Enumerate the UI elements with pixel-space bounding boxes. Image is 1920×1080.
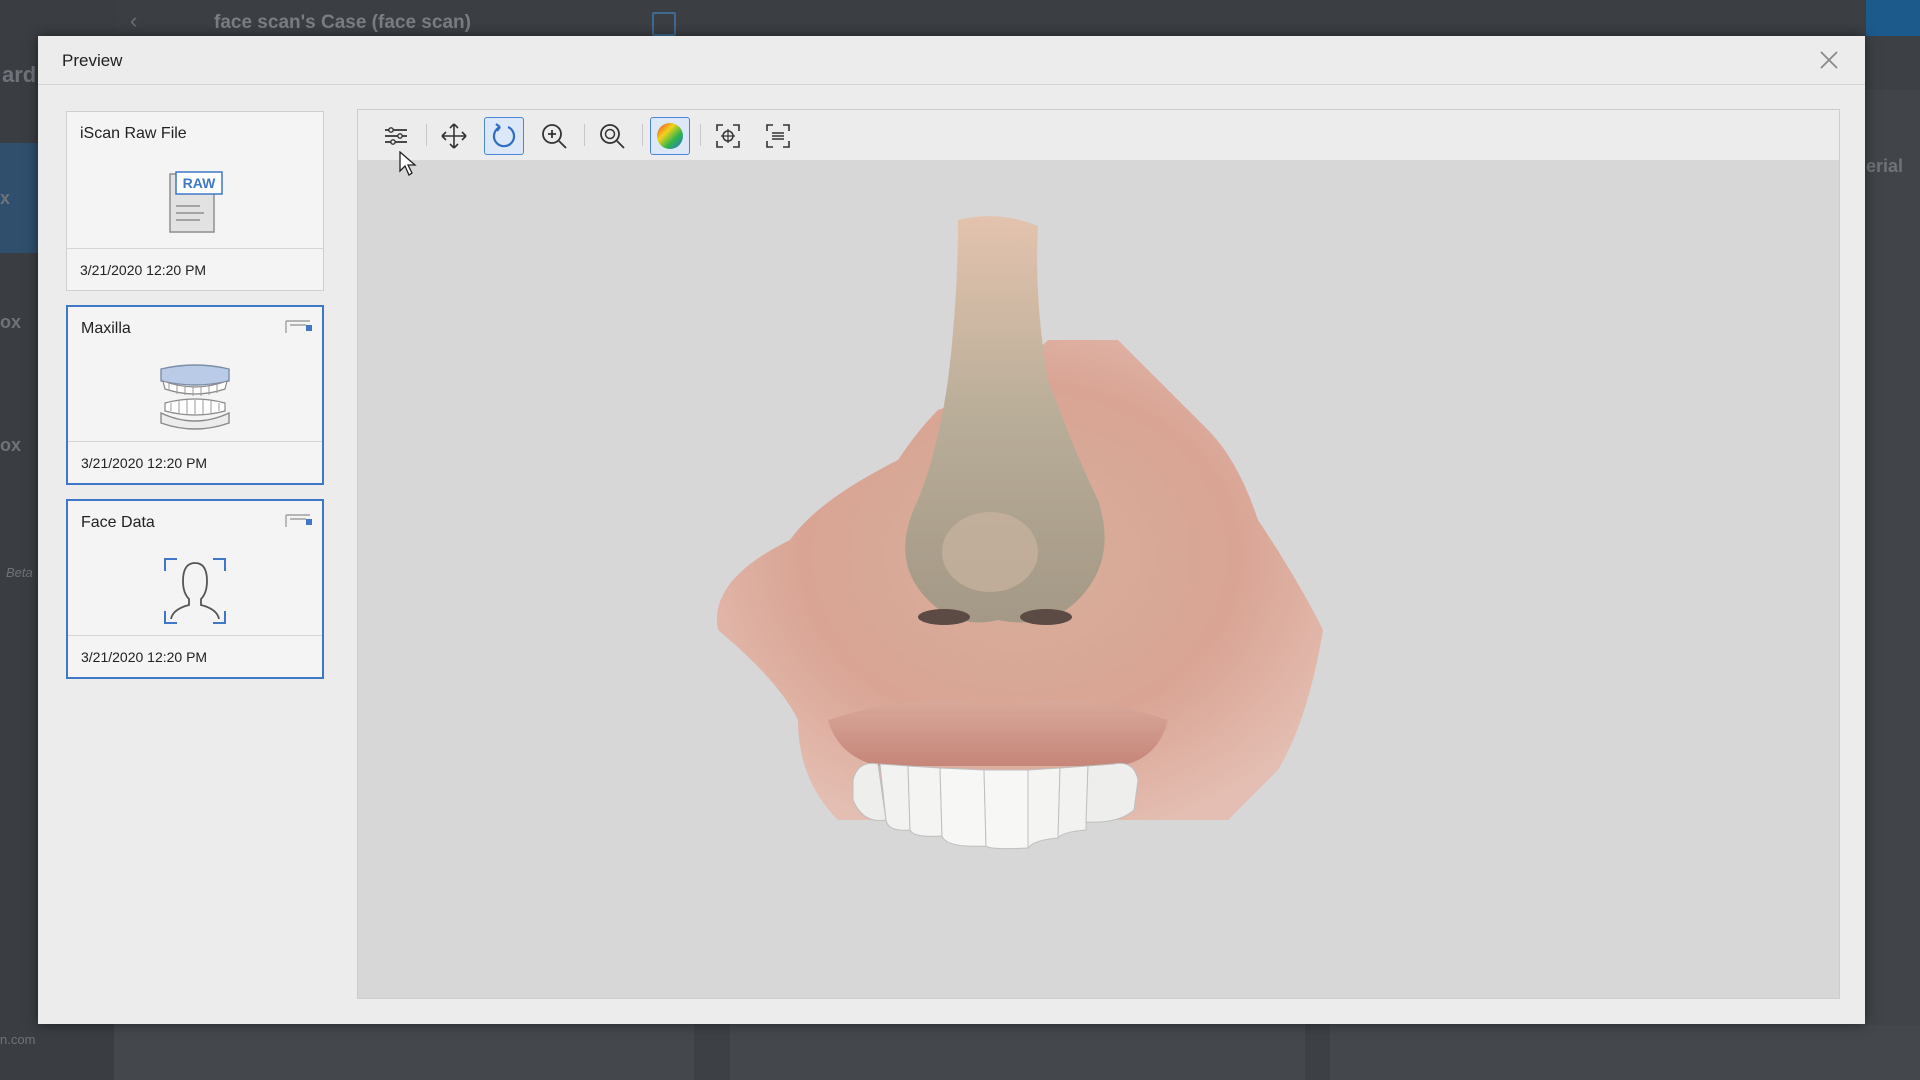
zoom-in-icon xyxy=(542,124,567,149)
background-accent-block xyxy=(1866,0,1920,36)
flag-icon xyxy=(284,513,314,534)
color-map-icon xyxy=(657,123,683,149)
jaw-icon xyxy=(155,363,235,438)
viewer-toolbar xyxy=(358,110,1839,160)
close-button[interactable] xyxy=(1817,48,1841,72)
raw-file-icon: RAW xyxy=(160,168,230,239)
file-card-iscan-raw[interactable]: iScan Raw File RAW 3/21/2020 12:20 PM xyxy=(66,111,324,291)
close-icon xyxy=(1820,51,1838,69)
toolbar-separator xyxy=(642,124,643,146)
zoom-fit-icon xyxy=(600,124,625,149)
right-nostril xyxy=(1020,609,1072,625)
flag-icon xyxy=(284,319,314,340)
face-scan-icon xyxy=(155,553,235,634)
toolbar-separator xyxy=(584,124,585,146)
background-fragment: n.com xyxy=(0,1032,36,1047)
dialog-header: Preview xyxy=(38,36,1865,85)
rotate-button[interactable] xyxy=(484,117,524,155)
background-fragment: erial xyxy=(1866,156,1904,176)
raw-badge-text: RAW xyxy=(183,175,216,191)
model-canvas[interactable] xyxy=(358,160,1839,998)
background-panel xyxy=(114,1024,694,1080)
background-right-panel xyxy=(1865,90,1920,1025)
model-viewer[interactable] xyxy=(357,109,1840,999)
card-title: Face Data xyxy=(81,514,155,531)
card-date: 3/21/2020 12:20 PM xyxy=(68,635,322,677)
card-date: 3/21/2020 12:20 PM xyxy=(68,441,322,483)
file-card-maxilla[interactable]: Maxilla 3/21/2020 12:20 PM xyxy=(66,305,324,485)
zoom-in-button[interactable] xyxy=(534,117,574,155)
background-fragment: Beta xyxy=(6,565,33,580)
mouse-cursor-icon xyxy=(399,150,417,182)
background-fragment: ox xyxy=(0,312,22,332)
color-map-button[interactable] xyxy=(650,117,690,155)
fit-view-button[interactable] xyxy=(758,117,798,155)
card-date: 3/21/2020 12:20 PM xyxy=(67,248,323,290)
rotate-icon xyxy=(492,123,516,148)
upper-teeth xyxy=(852,762,1139,850)
preview-dialog: Preview iScan Raw File RAW 3/21/2020 12:… xyxy=(38,36,1865,1024)
background-edit-icon xyxy=(652,12,676,36)
background-fragment: ox xyxy=(0,435,22,455)
card-title: iScan Raw File xyxy=(80,125,187,142)
background-fragment: x xyxy=(0,188,11,208)
background-case-title: face scan's Case (face scan) xyxy=(214,12,471,33)
background-fragment: ard xyxy=(2,62,37,87)
dialog-title: Preview xyxy=(62,51,123,70)
left-nostril xyxy=(918,609,970,625)
pan-button[interactable] xyxy=(434,117,474,155)
zoom-fit-button[interactable] xyxy=(592,117,632,155)
settings-button[interactable] xyxy=(376,117,416,155)
focus-icon xyxy=(716,124,740,148)
focus-button[interactable] xyxy=(708,117,748,155)
settings-icon xyxy=(385,127,407,145)
file-card-face-data[interactable]: Face Data 3/21/2020 12:20 PM xyxy=(66,499,324,679)
face-scan-model xyxy=(716,216,1323,850)
background-panel xyxy=(730,1024,1305,1080)
toolbar-separator xyxy=(426,124,427,146)
pan-icon xyxy=(441,123,467,149)
background-panel xyxy=(1330,1024,1920,1080)
upper-lip xyxy=(828,700,1168,766)
toolbar-separator xyxy=(700,124,701,146)
card-title: Maxilla xyxy=(81,320,131,337)
fit-view-icon xyxy=(766,124,790,148)
background-back-icon: ‹ xyxy=(130,8,138,33)
